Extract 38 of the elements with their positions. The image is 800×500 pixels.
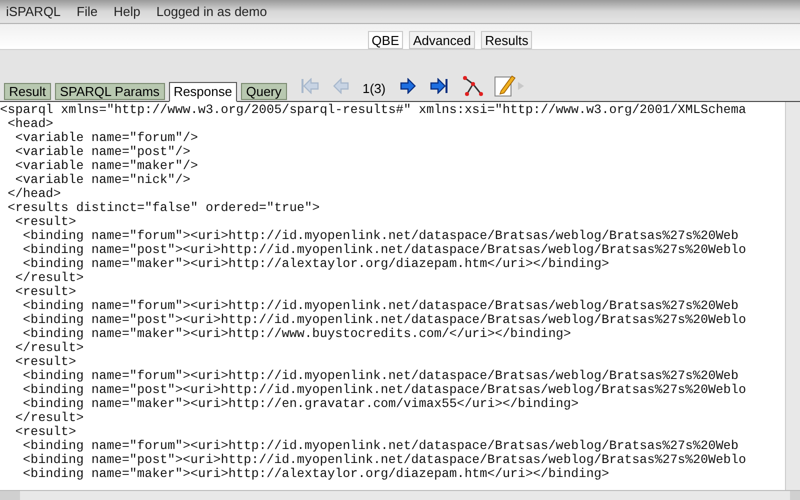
code-line: <head> (6, 117, 54, 131)
result-tab[interactable]: SPARQL Params (54, 83, 165, 100)
code-line: <binding name="forum"><uri>http://id.myopenlink.net/dataspace/Bratsas/weblog/Bratsas%27s%20Web (22, 369, 739, 383)
code-line: <result> (14, 285, 76, 299)
code-line: <binding name="post"><uri>http://id.myopenlink.net/dataspace/Bratsas/weblog/Bratsas%27s%20Weblo (22, 313, 746, 327)
code-line: <binding name="maker"><uri>http://alextaylor.org/diazepam.htm</uri></binding> (22, 257, 610, 271)
code-line: </result> (14, 411, 84, 425)
code-line: <result> (14, 355, 76, 369)
mode-tab[interactable]: QBE (368, 31, 404, 49)
code-line: <binding name="maker"><uri>http://en.gravatar.com/vimax55</uri></binding> (22, 397, 579, 411)
code-line: <binding name="forum"><uri>http://id.myopenlink.net/dataspace/Bratsas/weblog/Bratsas%27s%20Web (22, 439, 739, 453)
code-line: <binding name="post"><uri>http://id.myopenlink.net/dataspace/Bratsas/weblog/Bratsas%27s%20Weblo (22, 243, 746, 257)
code-line: <binding name="maker"><uri>http://www.buystocredits.com/</uri></binding> (22, 327, 572, 341)
code-line: <binding name="post"><uri>http://id.myopenlink.net/dataspace/Bratsas/weblog/Bratsas%27s%20Weblo (22, 383, 746, 397)
code-line: <binding name="forum"><uri>http://id.myopenlink.net/dataspace/Bratsas/weblog/Bratsas%27s%20Web (22, 299, 739, 313)
code-line: <results distinct="false" ordered="true"> (6, 201, 320, 215)
code-line: <result> (14, 215, 76, 229)
code-line: <sparql xmlns="http://www.w3.org/2005/sparql-results#" xmlns:xsi="http://www.w3.org/2001/XMLSchema (0, 103, 746, 117)
code-line: </result> (14, 271, 84, 285)
code-line: </head> (6, 187, 61, 201)
result-tab[interactable]: Query (241, 83, 287, 100)
menu-item[interactable]: File (76, 2, 98, 22)
code-line: <variable name="forum"/> (14, 131, 198, 145)
code-line: <binding name="forum"><uri>http://id.myopenlink.net/dataspace/Bratsas/weblog/Bratsas%27s%20Web (22, 229, 739, 243)
result-tab[interactable]: Response (168, 82, 238, 102)
code-line: <binding name="post"><uri>http://id.myopenlink.net/dataspace/Bratsas/weblog/Bratsas%27s%20Weblo (22, 453, 746, 467)
mode-tab[interactable]: Results (480, 31, 532, 49)
code-line: <result> (14, 425, 76, 439)
code-line: <variable name="post"/> (14, 145, 190, 159)
code-line: <variable name="maker"/> (14, 159, 198, 173)
code-line: <variable name="nick"/> (14, 173, 190, 187)
page-counter: 1(3) (362, 80, 386, 98)
menu-item[interactable]: Help (114, 2, 140, 22)
mode-tab[interactable]: Advanced (409, 31, 475, 49)
menu-item[interactable]: iSPARQL (6, 2, 61, 22)
result-tab[interactable]: Result (4, 83, 51, 100)
code-line: </result> (14, 341, 84, 355)
code-line: <binding name="maker"><uri>http://alextaylor.org/diazepam.htm</uri></binding> (22, 467, 610, 481)
